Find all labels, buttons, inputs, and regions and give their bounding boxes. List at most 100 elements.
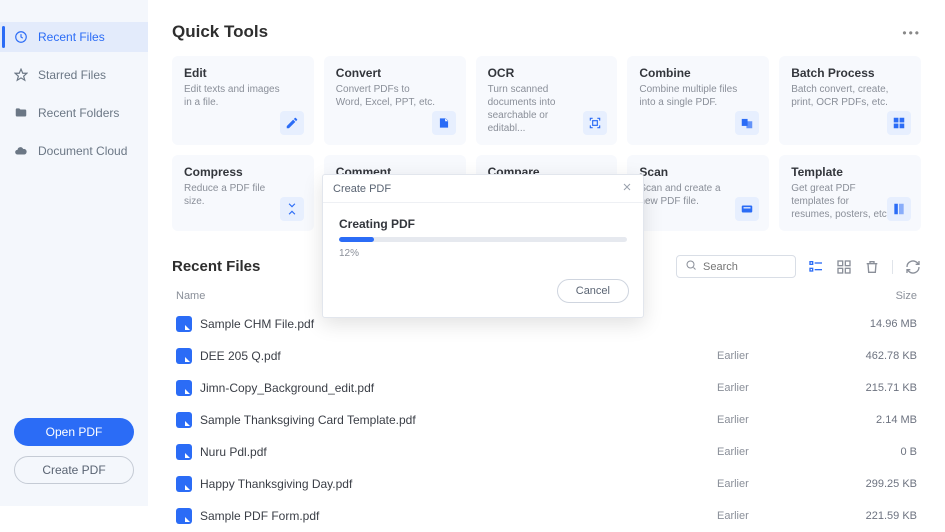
dialog-body: Creating PDF 12%	[323, 203, 643, 271]
edit-icon	[280, 111, 304, 135]
convert-icon	[432, 111, 456, 135]
sidebar-item-label: Recent Files	[38, 30, 105, 44]
pdf-file-icon	[176, 476, 192, 492]
column-size: Size	[837, 290, 917, 302]
file-size: 462.78 KB	[837, 350, 917, 362]
dialog-title-text: Create PDF	[333, 183, 391, 195]
tool-card-title: Batch Process	[791, 66, 909, 80]
file-name: Sample Thanksgiving Card Template.pdf	[200, 413, 717, 427]
sidebar-item-label: Recent Folders	[38, 106, 119, 120]
search-input[interactable]	[703, 261, 787, 273]
sidebar-item-label: Document Cloud	[38, 144, 127, 158]
file-row[interactable]: DEE 205 Q.pdfEarlier462.78 KB	[172, 340, 921, 372]
tool-card-desc: Combine multiple files into a single PDF…	[639, 83, 739, 109]
compress-icon	[280, 197, 304, 221]
file-time: Earlier	[717, 478, 837, 490]
file-size: 2.14 MB	[837, 414, 917, 426]
file-time: Earlier	[717, 446, 837, 458]
create-pdf-button[interactable]: Create PDF	[14, 456, 134, 484]
file-size: 215.71 KB	[837, 382, 917, 394]
file-size: 299.25 KB	[837, 478, 917, 490]
file-row[interactable]: Sample PDF Form.pdfEarlier221.59 KB	[172, 500, 921, 532]
tool-card-title: Combine	[639, 66, 757, 80]
quick-tools-heading: Quick Tools	[172, 22, 921, 42]
sidebar-bottom: Open PDF Create PDF	[0, 418, 148, 506]
close-icon[interactable]	[621, 181, 633, 196]
tool-card-title: Scan	[639, 165, 757, 179]
file-size: 14.96 MB	[837, 318, 917, 330]
pdf-file-icon	[176, 316, 192, 332]
file-row[interactable]: Jimn-Copy_Background_edit.pdfEarlier215.…	[172, 372, 921, 404]
progress-percent: 12%	[339, 248, 627, 259]
ocr-icon	[583, 111, 607, 135]
dialog-progress-label: Creating PDF	[339, 217, 627, 231]
tool-card-compress[interactable]: Compress Reduce a PDF file size.	[172, 155, 314, 231]
sidebar-item-starred-files[interactable]: Starred Files	[0, 60, 148, 90]
dialog-footer: Cancel	[323, 271, 643, 317]
tool-card-edit[interactable]: Edit Edit texts and images in a file.	[172, 56, 314, 145]
more-icon[interactable]: •••	[902, 26, 921, 40]
tool-card-title: Convert	[336, 66, 454, 80]
cancel-button[interactable]: Cancel	[557, 279, 629, 303]
file-row[interactable]: Happy Thanksgiving Day.pdfEarlier299.25 …	[172, 468, 921, 500]
tool-card-ocr[interactable]: OCR Turn scanned documents into searchabl…	[476, 56, 618, 145]
tool-card-desc: Get great PDF templates for resumes, pos…	[791, 182, 891, 221]
tool-card-scan[interactable]: Scan Scan and create a new PDF file.	[627, 155, 769, 231]
file-time: Earlier	[717, 382, 837, 394]
open-pdf-button[interactable]: Open PDF	[14, 418, 134, 446]
tool-card-title: Edit	[184, 66, 302, 80]
refresh-icon[interactable]	[905, 259, 921, 275]
combine-icon	[735, 111, 759, 135]
pdf-file-icon	[176, 380, 192, 396]
tool-card-template[interactable]: Template Get great PDF templates for resu…	[779, 155, 921, 231]
file-size: 0 B	[837, 446, 917, 458]
sidebar-item-document-cloud[interactable]: Document Cloud	[0, 136, 148, 166]
batch-icon	[887, 111, 911, 135]
file-time: Earlier	[717, 510, 837, 522]
file-row[interactable]: Nuru Pdl.pdfEarlier0 B	[172, 436, 921, 468]
template-icon	[887, 197, 911, 221]
tool-card-desc: Edit texts and images in a file.	[184, 83, 284, 109]
file-name: DEE 205 Q.pdf	[200, 349, 717, 363]
cloud-icon	[14, 144, 28, 158]
sidebar-item-recent-folders[interactable]: Recent Folders	[0, 98, 148, 128]
file-name: Nuru Pdl.pdf	[200, 445, 717, 459]
star-icon	[14, 68, 28, 82]
tool-card-desc: Turn scanned documents into searchable o…	[488, 83, 588, 135]
search-icon	[685, 259, 697, 274]
tool-card-desc: Reduce a PDF file size.	[184, 182, 284, 208]
tool-card-batch-process[interactable]: Batch ProcessBatch convert, create, prin…	[779, 56, 921, 145]
pdf-file-icon	[176, 508, 192, 524]
tool-card-desc: Scan and create a new PDF file.	[639, 182, 739, 208]
folder-icon	[14, 106, 28, 120]
file-row[interactable]: Sample Thanksgiving Card Template.pdfEar…	[172, 404, 921, 436]
file-name: Jimn-Copy_Background_edit.pdf	[200, 381, 717, 395]
tool-card-title: Compress	[184, 165, 302, 179]
file-time: Earlier	[717, 414, 837, 426]
recent-section-tools	[676, 255, 921, 278]
create-pdf-dialog: Create PDF Creating PDF 12% Cancel	[322, 174, 644, 318]
divider	[892, 260, 893, 274]
sidebar: Recent Files Starred Files Recent Folder…	[0, 0, 148, 506]
tool-card-combine[interactable]: Combine Combine multiple files into a sin…	[627, 56, 769, 145]
file-list: Sample CHM File.pdf14.96 MBDEE 205 Q.pdf…	[172, 308, 921, 532]
pdf-file-icon	[176, 412, 192, 428]
file-name: Happy Thanksgiving Day.pdf	[200, 477, 717, 491]
grid-view-icon[interactable]	[836, 259, 852, 275]
scan-icon	[735, 197, 759, 221]
progress-bar	[339, 237, 627, 242]
pdf-file-icon	[176, 444, 192, 460]
dialog-titlebar: Create PDF	[323, 175, 643, 203]
list-view-icon[interactable]	[808, 259, 824, 275]
tool-card-convert[interactable]: ConvertConvert PDFs to Word, Excel, PPT,…	[324, 56, 466, 145]
sidebar-item-recent-files[interactable]: Recent Files	[0, 22, 148, 52]
recent-files-heading: Recent Files	[172, 258, 260, 275]
delete-icon[interactable]	[864, 259, 880, 275]
tool-card-title: OCR	[488, 66, 606, 80]
search-box[interactable]	[676, 255, 796, 278]
file-name: Sample PDF Form.pdf	[200, 509, 717, 523]
tool-card-title: Template	[791, 165, 909, 179]
pdf-file-icon	[176, 348, 192, 364]
file-size: 221.59 KB	[837, 510, 917, 522]
clock-icon	[14, 30, 28, 44]
